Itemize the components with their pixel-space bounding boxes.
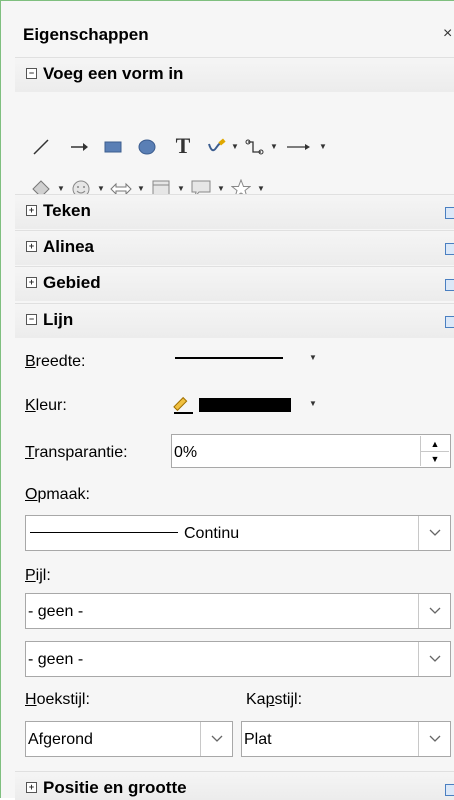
more-options-icon[interactable] (445, 784, 454, 796)
sidebar-panel: Eigenschappen × − Voeg een vorm in T ▼ ▼ (0, 0, 454, 800)
corner-style-value: Afgerond (28, 731, 93, 748)
text-icon[interactable]: T (171, 133, 195, 159)
section-positie-label: Positie en grootte (43, 778, 187, 797)
section-gebied[interactable]: + Gebied (15, 266, 454, 301)
stars-dropdown-icon[interactable]: ▼ (257, 184, 265, 193)
section-teken-label: Teken (43, 201, 91, 220)
basic-shapes-dropdown-icon[interactable]: ▼ (57, 184, 65, 193)
breedte-label: Breedte: (25, 353, 86, 370)
pijl-label: Pijl: (25, 567, 51, 584)
arrow-line-icon[interactable] (67, 135, 91, 159)
chevron-down-icon[interactable]: ▼ (309, 353, 317, 362)
section-teken[interactable]: + Teken (15, 194, 454, 229)
more-options-icon[interactable] (445, 279, 454, 291)
section-gebied-label: Gebied (43, 273, 101, 292)
corner-style-select[interactable]: Afgerond (25, 721, 233, 757)
expand-icon[interactable]: + (26, 241, 37, 252)
panel-title: Eigenschappen (23, 25, 149, 44)
cap-style-value: Plat (244, 731, 272, 748)
connector-dropdown-icon[interactable]: ▼ (270, 142, 278, 151)
arrow-start-value: - geen - (28, 603, 84, 620)
section-lijn[interactable]: − Lijn (15, 303, 454, 338)
collapse-icon[interactable]: − (26, 314, 37, 325)
chevron-down-icon[interactable] (418, 516, 450, 550)
opmaak-label: Opmaak: (25, 486, 90, 503)
chevron-down-icon[interactable] (418, 594, 450, 628)
freehand-icon[interactable] (205, 135, 229, 159)
line-style-value: Continu (184, 525, 240, 542)
ellipse-icon[interactable] (135, 135, 159, 159)
spin-up-icon[interactable]: ▲ (420, 436, 449, 452)
expand-icon[interactable]: + (26, 277, 37, 288)
spin-down-icon[interactable]: ▼ (420, 451, 449, 466)
arrow-end-value: - geen - (28, 651, 84, 668)
transparency-spinbox[interactable]: 0% ▲ ▼ (171, 434, 451, 468)
lines-arrows-dropdown-icon[interactable]: ▼ (319, 142, 327, 151)
lines-arrows-icon[interactable] (283, 135, 313, 159)
cap-style-select[interactable]: Plat (241, 721, 451, 757)
more-options-icon[interactable] (445, 243, 454, 255)
section-alinea[interactable]: + Alinea (15, 230, 454, 265)
symbol-shapes-dropdown-icon[interactable]: ▼ (97, 184, 105, 193)
collapse-icon[interactable]: − (26, 68, 37, 79)
callouts-dropdown-icon[interactable]: ▼ (217, 184, 225, 193)
line-style-select[interactable]: Continu (25, 515, 451, 551)
rectangle-icon[interactable] (101, 135, 125, 159)
section-insert-shape-label: Voeg een vorm in (43, 64, 184, 83)
line-color-dropdown[interactable]: ▼ (171, 393, 321, 417)
color-swatch (199, 398, 291, 412)
freehand-dropdown-icon[interactable]: ▼ (231, 142, 239, 151)
section-alinea-label: Alinea (43, 237, 95, 256)
expand-icon[interactable]: + (26, 205, 37, 216)
chevron-down-icon[interactable] (418, 642, 450, 676)
kleur-label: Kleur: (25, 397, 67, 414)
arrow-start-select[interactable]: - geen - (25, 593, 451, 629)
close-icon[interactable]: × (443, 25, 452, 43)
block-arrows-dropdown-icon[interactable]: ▼ (137, 184, 145, 193)
transparantie-label: Transparantie: (25, 444, 128, 461)
expand-icon[interactable]: + (26, 782, 37, 793)
section-insert-shape[interactable]: − Voeg een vorm in (15, 57, 454, 92)
kapstijl-label: Kapstijl: (246, 691, 303, 708)
hoekstijl-label: Hoekstijl: (25, 691, 90, 708)
line-icon[interactable] (29, 135, 53, 159)
arrow-end-select[interactable]: - geen - (25, 641, 451, 677)
flowchart-dropdown-icon[interactable]: ▼ (177, 184, 185, 193)
more-options-icon[interactable] (445, 207, 454, 219)
line-width-dropdown[interactable]: ▼ (171, 347, 321, 371)
more-options-icon[interactable] (445, 316, 454, 328)
section-positie[interactable]: + Positie en grootte (15, 771, 454, 800)
connector-icon[interactable] (243, 135, 267, 159)
chevron-down-icon[interactable] (418, 722, 450, 756)
line-width-preview (175, 357, 283, 359)
chevron-down-icon[interactable] (200, 722, 232, 756)
pencil-icon (173, 396, 193, 414)
chevron-down-icon[interactable]: ▼ (309, 399, 317, 408)
line-style-preview (30, 532, 178, 533)
section-lijn-label: Lijn (43, 310, 74, 329)
transparency-value: 0% (174, 444, 198, 461)
